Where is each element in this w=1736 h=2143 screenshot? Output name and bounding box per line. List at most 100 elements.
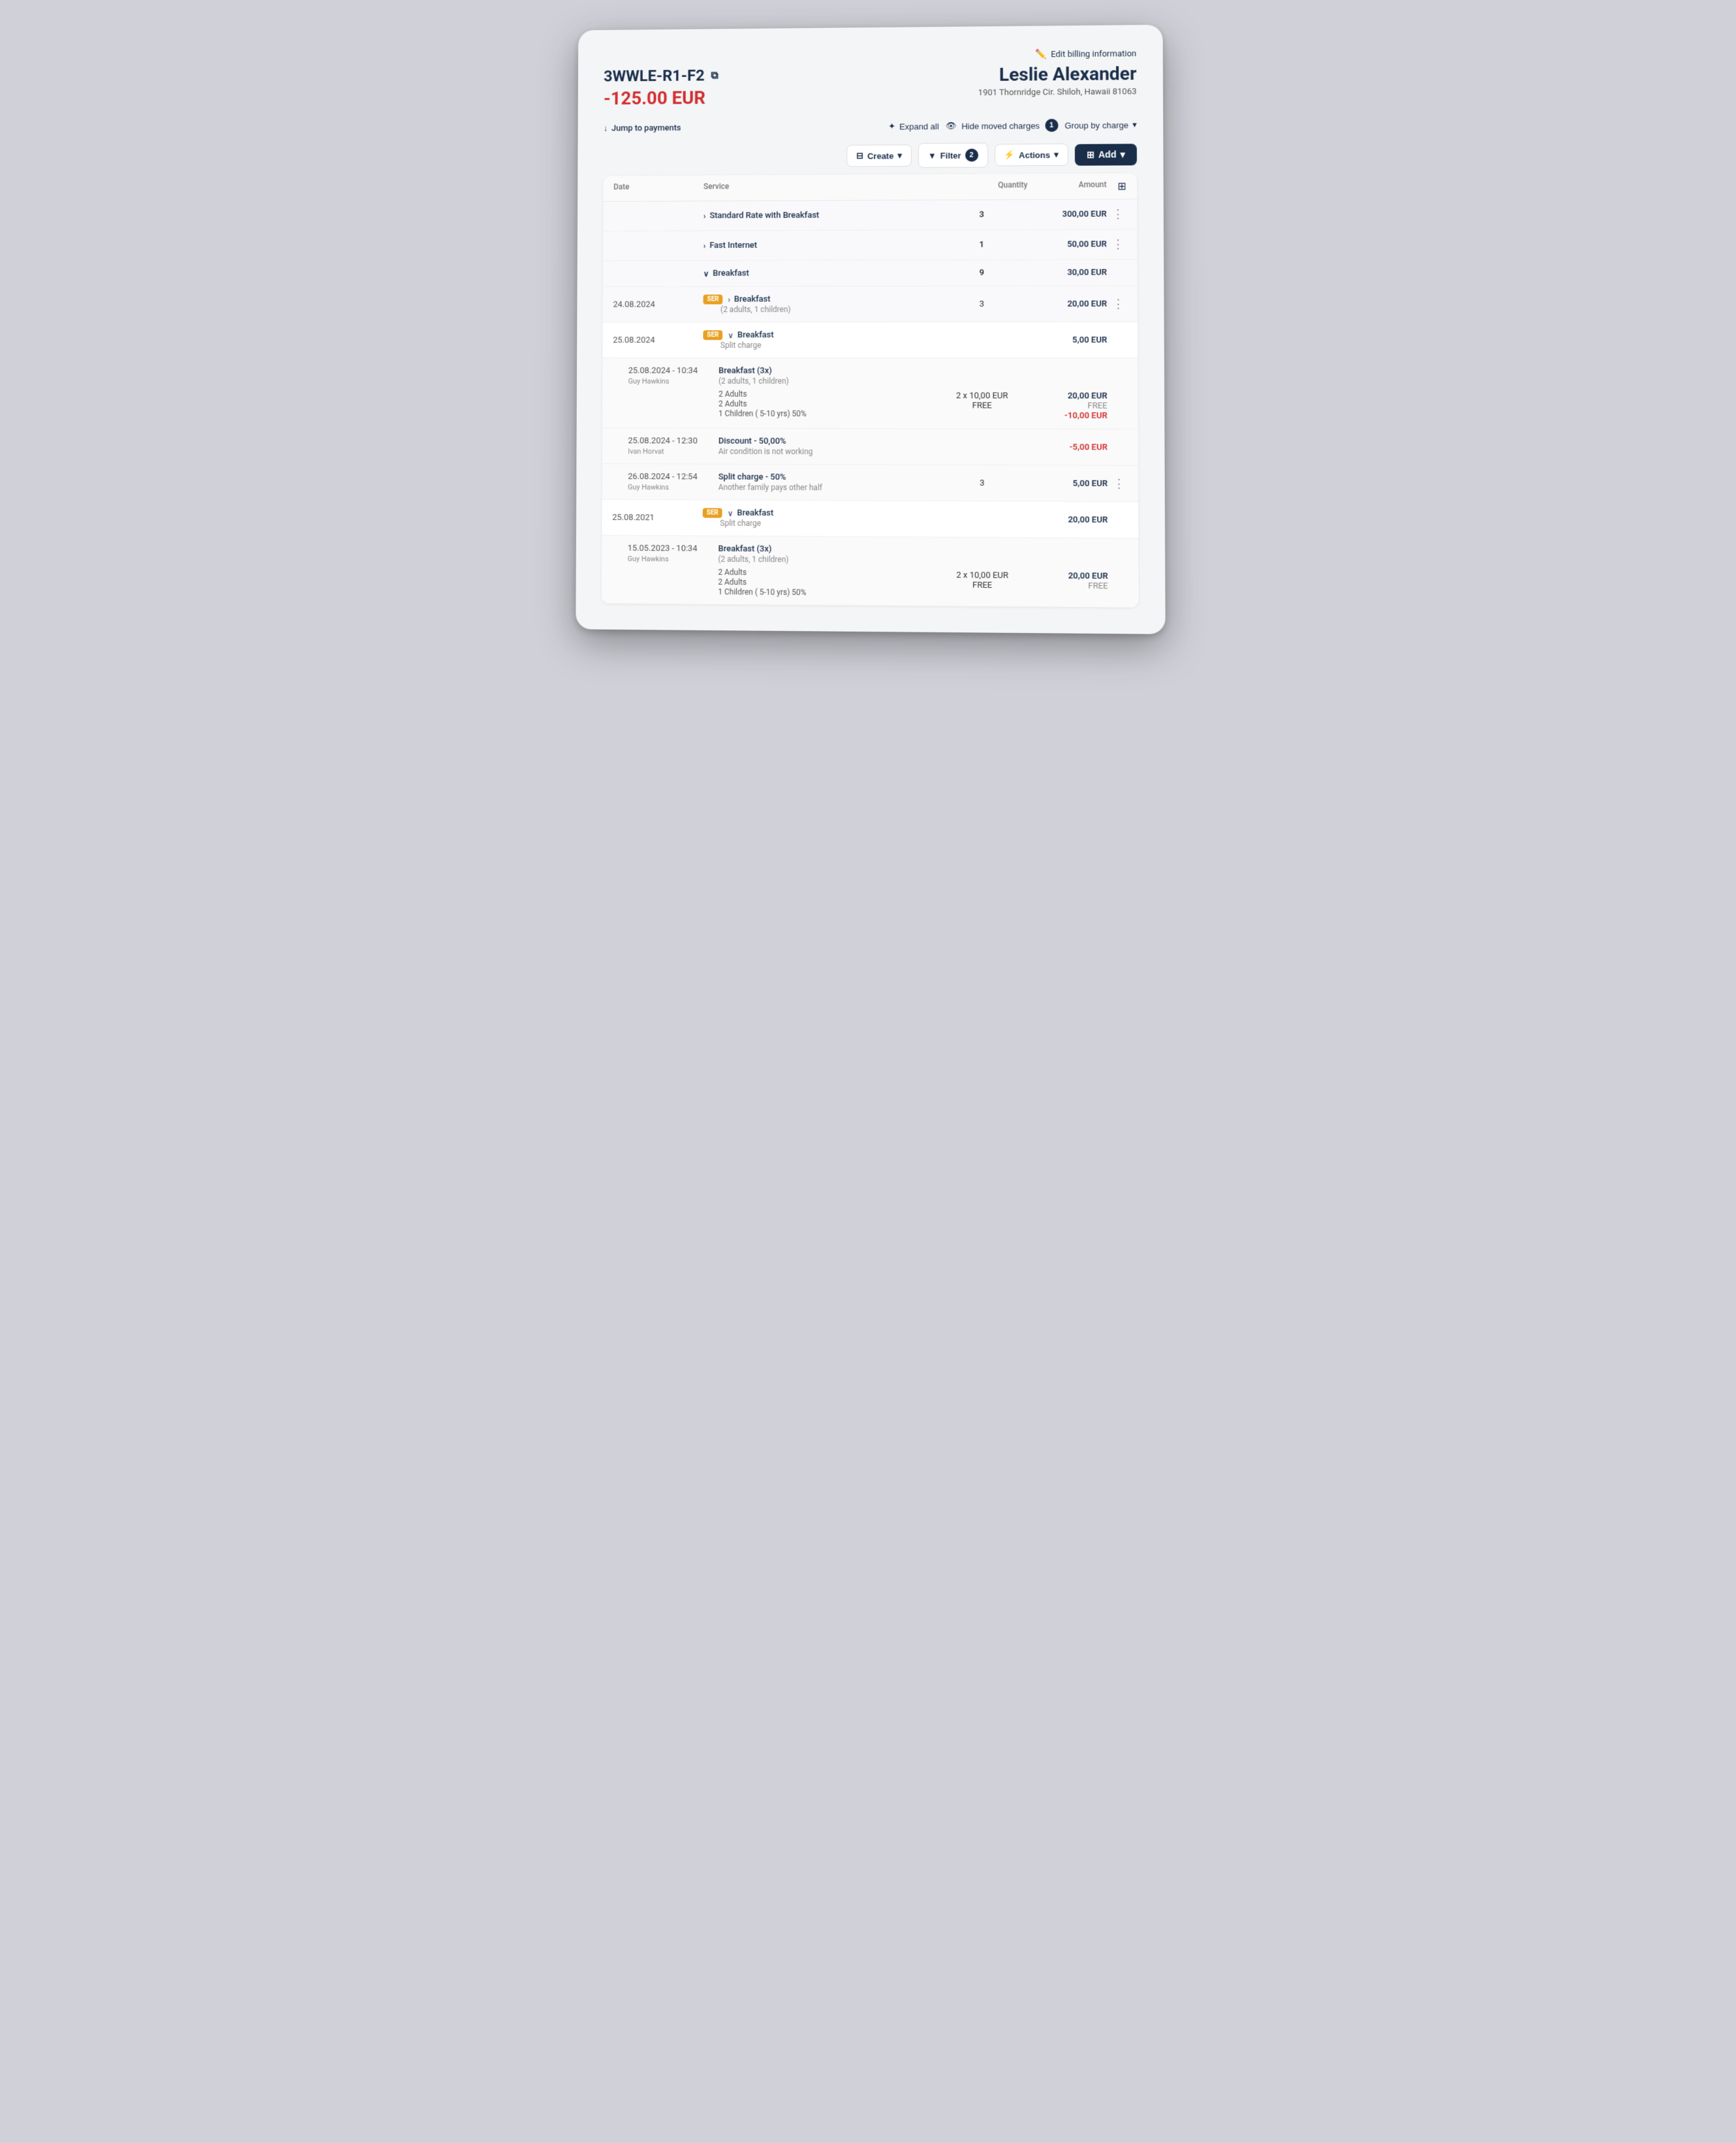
row-service-name: Breakfast: [713, 269, 749, 279]
create-button[interactable]: ⊟ Create ▾: [846, 144, 912, 166]
row-date: 24.08.2024: [613, 300, 703, 309]
row-date: [613, 216, 704, 217]
charges-table: Date Service Quantity Amount ⊞ › Standar…: [602, 173, 1139, 607]
row-amount: 5,00 EUR: [1028, 335, 1107, 345]
row-amount: 300,00 EUR: [1028, 209, 1107, 220]
group-by-button[interactable]: Group by charge ▾: [1064, 119, 1137, 131]
row-amount-2: FREE: [1028, 401, 1108, 410]
chevron-right-icon[interactable]: ›: [704, 211, 706, 221]
row-menu-button[interactable]: ⋮: [1109, 297, 1126, 311]
add-table-icon: ⊞: [1087, 149, 1094, 160]
th-date: Date: [613, 182, 704, 194]
copy-icon[interactable]: ⧉: [711, 69, 718, 82]
chevron-down-icon[interactable]: ∨: [704, 269, 709, 278]
row-menu: ⋮: [1107, 297, 1126, 311]
row-date-col: 25.08.2024 - 10:34 Guy Hawkins: [628, 366, 719, 386]
chevron-down-icon: ▾: [1132, 119, 1137, 130]
actions-label: Actions: [1019, 150, 1050, 160]
guest-section: Leslie Alexander 1901 Thornridge Cir. Sh…: [978, 63, 1137, 98]
row-date-secondary: Guy Hawkins: [628, 555, 719, 564]
table-header-row: Date Service Quantity Amount ⊞: [603, 173, 1137, 202]
table-row: 25.08.2024 - 10:34 Guy Hawkins Breakfast…: [602, 358, 1138, 429]
row-service-detail-3: 1 Children ( 5-10 yrs) 50%: [718, 587, 936, 598]
service-name-row: SER ∨ Breakfast: [703, 330, 936, 340]
service-name-row: › Standard Rate with Breakfast: [704, 210, 936, 221]
ser-badge: SER: [703, 508, 722, 517]
row-date-main: 25.08.2024 - 10:34: [628, 366, 719, 376]
row-service-name: Breakfast: [734, 294, 771, 304]
row-menu-button[interactable]: ⋮: [1110, 476, 1128, 490]
row-qty: 3: [936, 478, 1028, 488]
add-button[interactable]: ⊞ Add ▾: [1075, 144, 1137, 166]
row-amount-1: 20,00 EUR: [1029, 571, 1108, 581]
row-date: 25.08.2021: [612, 512, 703, 523]
filter-button[interactable]: ▼ Filter 2: [918, 143, 988, 168]
table-row: › Fast Internet 1 50,00 EUR ⋮: [603, 230, 1138, 261]
row-date-main: 24.08.2024: [613, 300, 703, 309]
eye-icon: 👁: [946, 121, 957, 131]
expand-icon: ✦: [888, 121, 895, 132]
service-cell: SER ∨ Breakfast Split charge: [703, 330, 936, 350]
row-qty-1: 2 x 10,00 EUR: [937, 570, 1029, 581]
row-qty-col: 2 x 10,00 EUR FREE: [936, 546, 1028, 591]
chevron-right-icon[interactable]: ›: [728, 295, 730, 304]
chevron-down-icon[interactable]: ∨: [728, 508, 734, 517]
edit-billing-link[interactable]: ✏️ Edit billing information: [1036, 48, 1137, 59]
row-qty: 3: [936, 299, 1028, 309]
th-grid[interactable]: ⊞: [1107, 180, 1126, 193]
add-chevron-icon: ▾: [1121, 149, 1125, 160]
add-label: Add: [1098, 149, 1117, 160]
group-by-label: Group by charge: [1064, 120, 1128, 131]
th-quantity: Quantity: [936, 180, 1028, 193]
create-chevron-icon: ▾: [897, 150, 902, 161]
row-date-secondary: Ivan Horvat: [628, 447, 719, 455]
ser-badge: SER: [703, 330, 722, 340]
filter-badge: 2: [965, 149, 978, 162]
ser-badge: SER: [703, 294, 722, 304]
row-service-secondary: Another family pays other half: [719, 483, 937, 493]
row-service-name: Fast Internet: [709, 241, 757, 251]
row-amount: 20,00 EUR: [1029, 514, 1108, 525]
row-date-main: 26.08.2024 - 12:54: [628, 472, 719, 482]
folio-section: 3WWLE-R1-F2 ⧉ -125.00 EUR: [604, 67, 719, 110]
jump-to-payments-link[interactable]: ↓ Jump to payments: [604, 123, 681, 134]
hide-moved-button[interactable]: 👁 Hide moved charges 1: [946, 119, 1059, 132]
chevron-right-icon[interactable]: ›: [704, 241, 706, 250]
row-date-main: 15.05.2023 - 10:34: [628, 544, 719, 554]
row-date-main: 25.08.2024: [613, 335, 703, 345]
guest-name: Leslie Alexander: [978, 63, 1137, 85]
row-amount: -5,00 EUR: [1028, 442, 1108, 452]
service-name-row: SER › Breakfast: [703, 294, 936, 304]
service-cell: SER ∨ Breakfast Split charge: [703, 508, 937, 529]
hide-moved-label: Hide moved charges: [961, 121, 1040, 131]
guest-address: 1901 Thornridge Cir. Shiloh, Hawaii 8106…: [978, 87, 1137, 98]
row-service-secondary: (2 adults, 1 children): [703, 305, 936, 314]
actions-button[interactable]: ⚡ Actions ▾: [995, 144, 1068, 166]
row-menu: ⋮: [1108, 476, 1128, 490]
row-service-secondary: Air condition is not working: [719, 447, 937, 457]
row-date-main: 25.08.2021: [612, 512, 703, 523]
chevron-down-icon[interactable]: ∨: [728, 331, 734, 340]
expand-all-button[interactable]: ✦ Expand all: [888, 121, 939, 131]
service-cell: Breakfast (3x) (2 adults, 1 children) 2 …: [719, 366, 936, 418]
table-row: 24.08.2024 SER › Breakfast (2 adults, 1 …: [603, 286, 1138, 322]
row-qty-2: FREE: [936, 401, 1028, 410]
create-label: Create: [867, 151, 893, 161]
row-date-col: 26.08.2024 - 12:54 Guy Hawkins: [628, 472, 719, 492]
row-amount-col: 20,00 EUR FREE: [1029, 546, 1108, 591]
row-service-secondary: Split charge: [703, 341, 936, 350]
row-menu-button[interactable]: ⋮: [1109, 238, 1126, 251]
row-amount: 30,00 EUR: [1028, 268, 1107, 277]
row-amount-1: 20,00 EUR: [1028, 391, 1108, 401]
bolt-icon: ⚡: [1004, 149, 1015, 160]
row-service-detail-2: 2 Adults: [719, 399, 936, 409]
row-amount: 50,00 EUR: [1028, 239, 1107, 249]
row-menu-button[interactable]: ⋮: [1109, 208, 1126, 221]
row-service-name: Standard Rate with Breakfast: [709, 211, 819, 221]
service-cell: Split charge - 50% Another family pays o…: [719, 472, 937, 493]
row-qty: 3: [936, 209, 1028, 220]
toolbar-row1: ↓ Jump to payments ✦ Expand all 👁 Hide m…: [604, 118, 1137, 134]
row-date-col: 25.08.2024 - 12:30 Ivan Horvat: [628, 436, 719, 455]
row-service-detail-3: 1 Children ( 5-10 yrs) 50%: [719, 409, 936, 419]
table-row: 25.08.2024 SER ∨ Breakfast Split charge …: [602, 322, 1138, 358]
